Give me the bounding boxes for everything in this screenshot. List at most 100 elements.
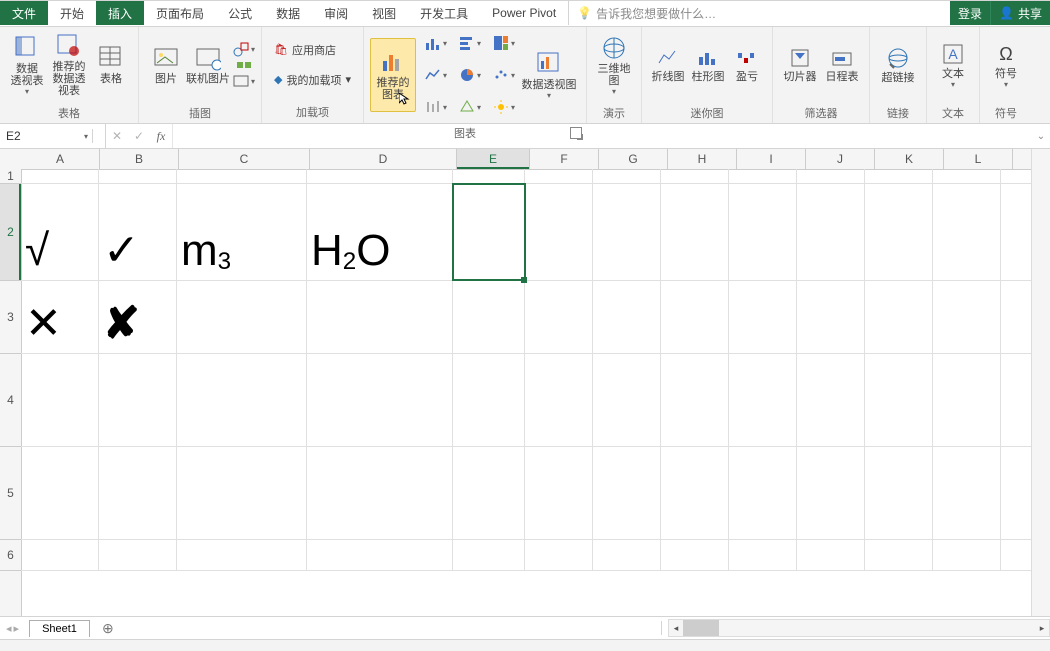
cell-B2[interactable]: ✓ <box>99 184 177 280</box>
sheet-nav-next[interactable]: ▸ <box>14 622 20 635</box>
hscroll-thumb[interactable] <box>683 620 719 636</box>
cell-L6[interactable] <box>933 540 1001 570</box>
cell-C4[interactable] <box>177 354 307 446</box>
cell-D6[interactable] <box>307 540 453 570</box>
shapes-button[interactable]: ▾ <box>233 41 255 57</box>
column-header-J[interactable]: J <box>806 149 875 169</box>
sparkline-line-button[interactable]: 折线图 <box>648 29 688 101</box>
cell-L1[interactable] <box>933 169 1001 183</box>
select-all-corner[interactable] <box>0 149 22 170</box>
cell-K6[interactable] <box>865 540 933 570</box>
tab-powerpivot[interactable]: Power Pivot <box>480 1 568 25</box>
symbol-button[interactable]: Ω符号▾ <box>986 29 1026 101</box>
pivottable-button[interactable]: 数据 透视表▾ <box>6 29 48 101</box>
cell-H2[interactable] <box>661 184 729 280</box>
column-header-D[interactable]: D <box>310 149 457 169</box>
cell-E1[interactable] <box>453 169 525 183</box>
cell-I3[interactable] <box>729 281 797 353</box>
formula-bar[interactable] <box>172 124 1032 148</box>
column-chart-button[interactable]: ▾ <box>422 35 450 51</box>
table-button[interactable]: 表格 <box>90 29 132 101</box>
hscroll-left[interactable]: ◂ <box>669 623 683 634</box>
cell-G2[interactable] <box>593 184 661 280</box>
stock-chart-button[interactable]: ▾ <box>422 99 450 115</box>
column-header-K[interactable]: K <box>875 149 944 169</box>
tell-me[interactable]: 💡告诉我您想要做什么… <box>568 1 728 25</box>
pictures-button[interactable]: 图片 <box>145 29 187 101</box>
cell-G6[interactable] <box>593 540 661 570</box>
column-header-F[interactable]: F <box>530 149 599 169</box>
cell-D3[interactable] <box>307 281 453 353</box>
vertical-scrollbar[interactable] <box>1031 149 1050 616</box>
cell-K5[interactable] <box>865 447 933 539</box>
cell-J2[interactable] <box>797 184 865 280</box>
sparkline-column-button[interactable]: 柱形图 <box>688 29 728 101</box>
cell-H3[interactable] <box>661 281 729 353</box>
tab-insert[interactable]: 插入 <box>96 1 144 25</box>
cell-H6[interactable] <box>661 540 729 570</box>
my-addins-button[interactable]: ◆我的加载项▾ <box>268 69 357 91</box>
cell-I5[interactable] <box>729 447 797 539</box>
pie-chart-button[interactable]: ▾ <box>456 67 484 83</box>
cell-E2[interactable] <box>453 184 525 280</box>
bar-chart-button[interactable]: ▾ <box>456 35 484 51</box>
column-header-B[interactable]: B <box>100 149 179 169</box>
column-header-H[interactable]: H <box>668 149 737 169</box>
cell-I2[interactable] <box>729 184 797 280</box>
cell-F6[interactable] <box>525 540 593 570</box>
cell-G4[interactable] <box>593 354 661 446</box>
cell-D5[interactable] <box>307 447 453 539</box>
cell-E6[interactable] <box>453 540 525 570</box>
cell-A6[interactable] <box>21 540 99 570</box>
cell-A5[interactable] <box>21 447 99 539</box>
scatter-chart-button[interactable]: ▾ <box>490 67 518 83</box>
cell-B5[interactable] <box>99 447 177 539</box>
share-button[interactable]: 👤共享 <box>990 1 1050 25</box>
horizontal-scrollbar[interactable]: ◂ ▸ <box>668 619 1050 637</box>
cell-E4[interactable] <box>453 354 525 446</box>
cell-E3[interactable] <box>453 281 525 353</box>
cell-I4[interactable] <box>729 354 797 446</box>
cell-A1[interactable] <box>21 169 99 183</box>
cell-L2[interactable] <box>933 184 1001 280</box>
app-store-button[interactable]: 🛍应用商店 <box>268 39 357 61</box>
name-box[interactable]: E2▾ <box>0 129 93 143</box>
recommended-pivottable-button[interactable]: 推荐的 数据透视表 <box>48 29 90 101</box>
cell-F3[interactable] <box>525 281 593 353</box>
column-header-L[interactable]: L <box>944 149 1013 169</box>
column-header-G[interactable]: G <box>599 149 668 169</box>
3d-map-button[interactable]: 三维地 图▾ <box>593 29 635 101</box>
cell-H1[interactable] <box>661 169 729 183</box>
column-header-A[interactable]: A <box>21 149 100 169</box>
cell-C2[interactable]: m3 <box>177 184 307 280</box>
sheet-tab-sheet1[interactable]: Sheet1 <box>29 620 90 637</box>
cell-C5[interactable] <box>177 447 307 539</box>
hscroll-right[interactable]: ▸ <box>1035 623 1049 634</box>
cell-D1[interactable] <box>307 169 453 183</box>
cell-J3[interactable] <box>797 281 865 353</box>
sparkline-winloss-button[interactable]: 盈亏 <box>728 29 766 101</box>
cell-B6[interactable] <box>99 540 177 570</box>
cell-J5[interactable] <box>797 447 865 539</box>
cell-G3[interactable] <box>593 281 661 353</box>
cell-D4[interactable] <box>307 354 453 446</box>
row-header-6[interactable]: 6 <box>0 540 21 571</box>
column-header-I[interactable]: I <box>737 149 806 169</box>
tab-formulas[interactable]: 公式 <box>216 1 264 25</box>
cell-B4[interactable] <box>99 354 177 446</box>
tab-layout[interactable]: 页面布局 <box>144 1 216 25</box>
timeline-button[interactable]: 日程表 <box>821 29 863 101</box>
column-header-E[interactable]: E <box>457 149 530 169</box>
column-header-C[interactable]: C <box>179 149 310 169</box>
treemap-chart-button[interactable]: ▾ <box>490 35 518 51</box>
row-header-3[interactable]: 3 <box>0 281 21 354</box>
insert-function-button[interactable]: fx <box>150 129 172 144</box>
slicer-button[interactable]: 切片器 <box>779 29 821 101</box>
cell-F2[interactable] <box>525 184 593 280</box>
sunburst-chart-button[interactable]: ▾ <box>490 99 518 115</box>
cell-B1[interactable] <box>99 169 177 183</box>
cell-I1[interactable] <box>729 169 797 183</box>
cell-F4[interactable] <box>525 354 593 446</box>
smartart-button[interactable] <box>233 57 255 73</box>
row-header-5[interactable]: 5 <box>0 447 21 540</box>
